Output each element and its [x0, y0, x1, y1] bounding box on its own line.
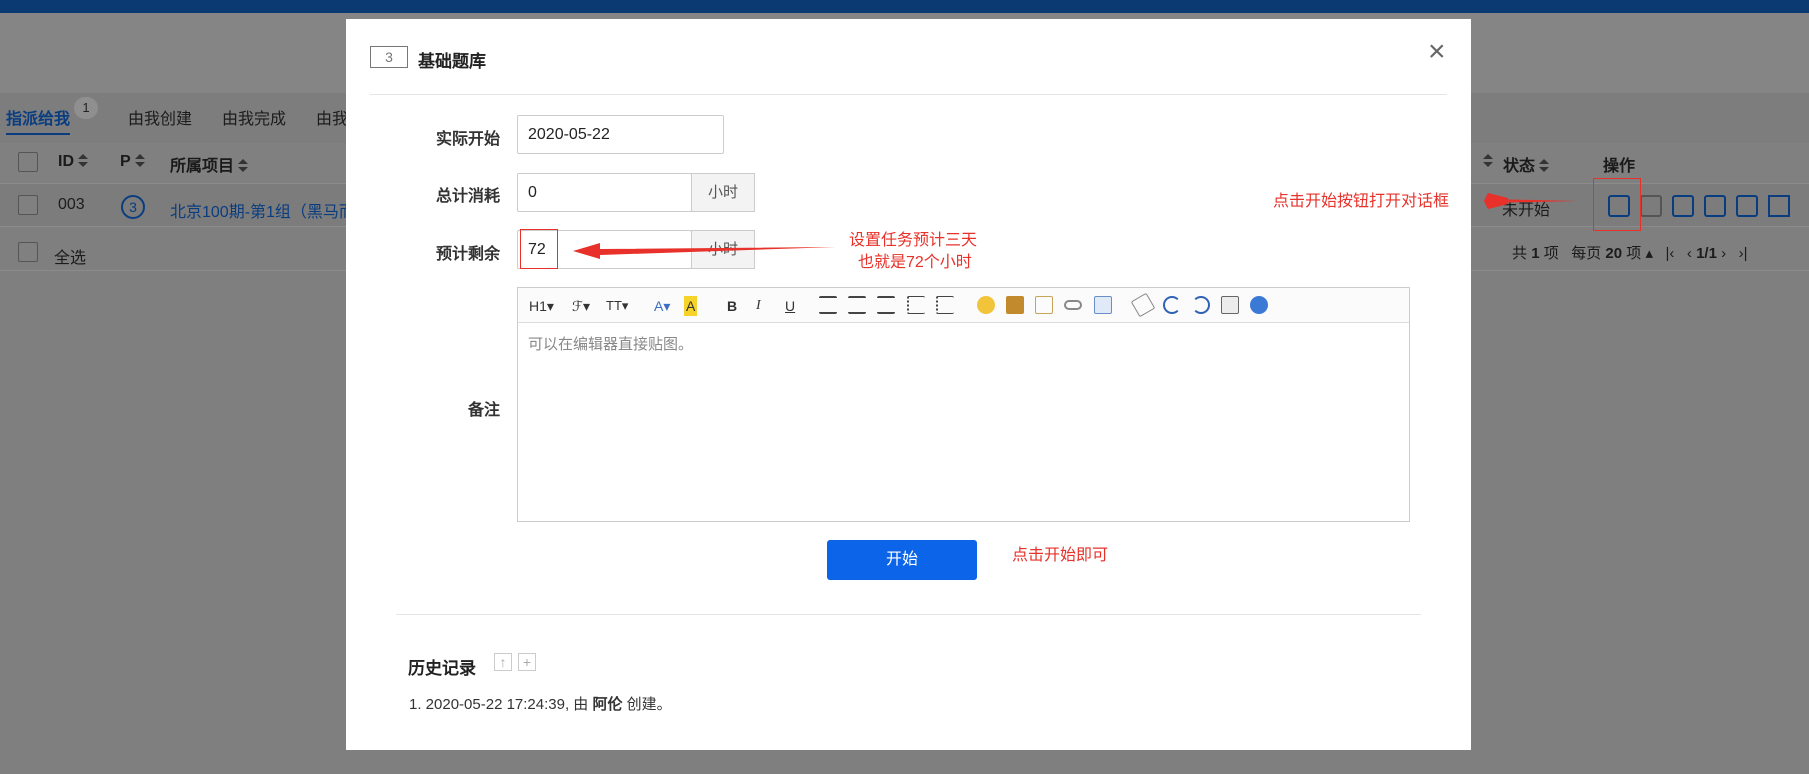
arrowhead-start-icon	[1484, 193, 1508, 209]
arrow-to-remaining-input	[573, 243, 836, 259]
annotation-arrows	[573, 193, 1578, 259]
